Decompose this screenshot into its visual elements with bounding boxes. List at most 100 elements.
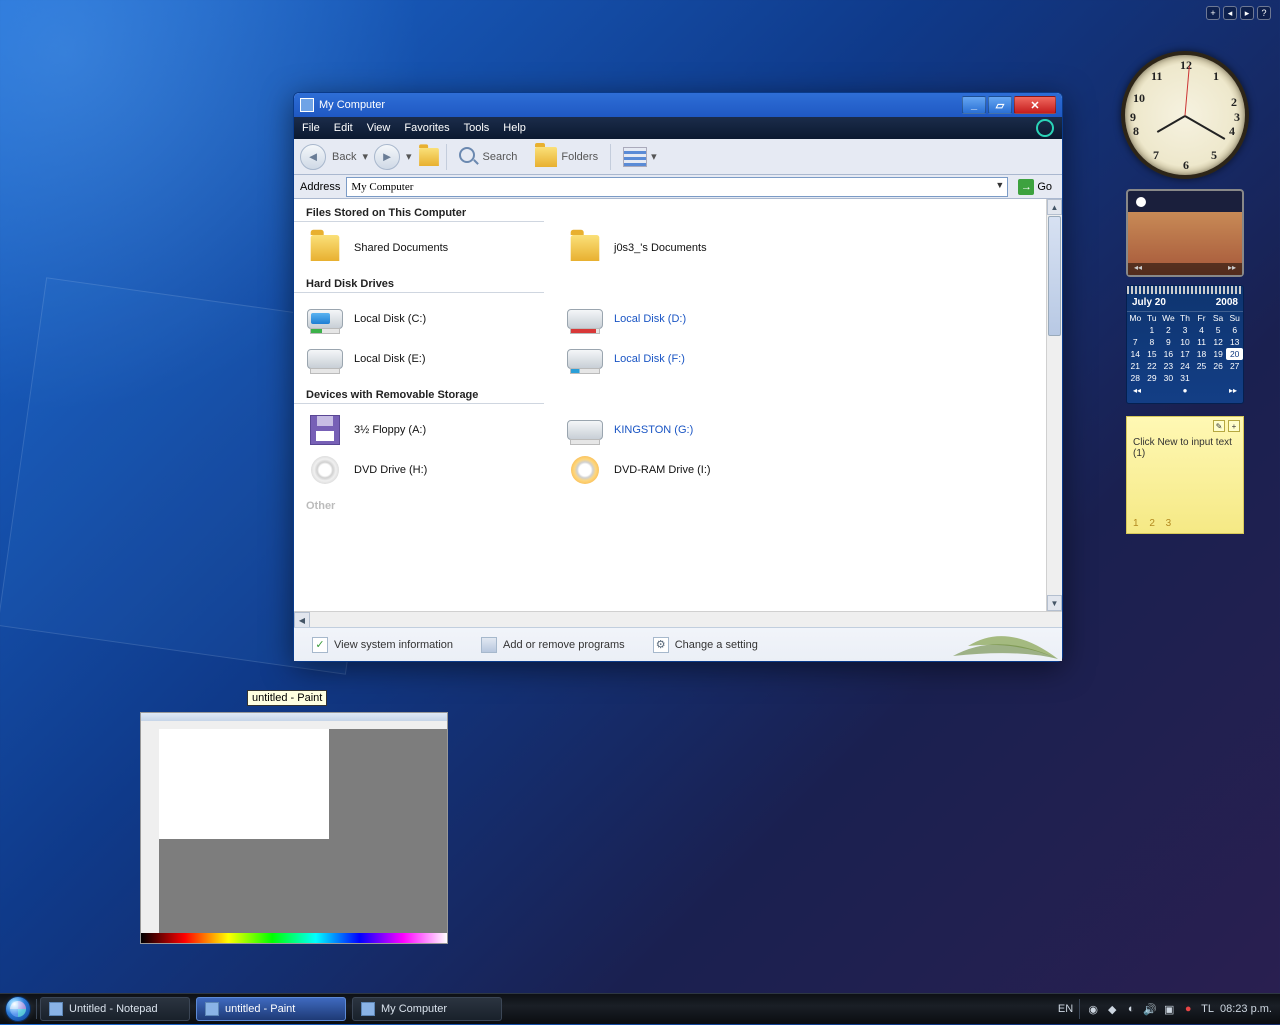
calendar-day[interactable]: 15 xyxy=(1144,348,1161,360)
tray-clock[interactable]: 08:23 p.m. xyxy=(1220,1003,1272,1015)
slideshow-gadget[interactable]: ◂◂ ▸▸ xyxy=(1126,189,1244,277)
tray-updates-icon[interactable]: ◐ xyxy=(1124,1002,1138,1016)
calendar-day[interactable]: 3 xyxy=(1177,324,1194,336)
calendar-day[interactable]: 28 xyxy=(1127,372,1144,384)
drive-item[interactable]: Local Disk (C:) xyxy=(306,299,566,339)
calendar-day[interactable]: 11 xyxy=(1193,336,1210,348)
sticky-note-gadget[interactable]: ✎ + Click New to input text (1) 1 2 3 xyxy=(1126,416,1244,534)
calendar-next-icon[interactable]: ▸▸ xyxy=(1229,386,1237,395)
sidebar-add-icon[interactable]: + xyxy=(1206,6,1220,20)
close-button[interactable]: ✕ xyxy=(1014,96,1056,114)
language-indicator[interactable]: EN xyxy=(1058,1003,1073,1015)
folders-button[interactable]: Folders xyxy=(529,144,604,170)
forward-dropdown-icon[interactable]: ▾ xyxy=(406,150,412,163)
menu-view[interactable]: View xyxy=(367,122,391,134)
minimize-button[interactable]: _ xyxy=(962,96,986,114)
calendar-day[interactable]: 10 xyxy=(1177,336,1194,348)
drive-item[interactable]: Local Disk (E:) xyxy=(306,339,566,379)
calendar-day[interactable]: 22 xyxy=(1144,360,1161,372)
task-add-remove[interactable]: Add or remove programs xyxy=(481,637,625,653)
calendar-day[interactable]: 18 xyxy=(1193,348,1210,360)
calendar-prev-icon[interactable]: ◂◂ xyxy=(1133,386,1141,395)
removable-item[interactable]: DVD-RAM Drive (I:) xyxy=(566,450,826,490)
folder-item[interactable]: j0s3_'s Documents xyxy=(566,228,826,268)
sidebar-help-icon[interactable]: ? xyxy=(1257,6,1271,20)
taskbar-item[interactable]: untitled - Paint xyxy=(196,997,346,1021)
menu-file[interactable]: File xyxy=(302,122,320,134)
calendar-day[interactable]: 2 xyxy=(1160,324,1177,336)
scroll-down-icon[interactable]: ▼ xyxy=(1047,595,1062,611)
sidebar-prev-icon[interactable]: ◂ xyxy=(1223,6,1237,20)
calendar-day[interactable]: 12 xyxy=(1210,336,1227,348)
calendar-day[interactable]: 8 xyxy=(1144,336,1161,348)
calendar-day[interactable]: 26 xyxy=(1210,360,1227,372)
removable-item[interactable]: 3½ Floppy (A:) xyxy=(306,410,566,450)
calendar-day[interactable]: 7 xyxy=(1127,336,1144,348)
address-input[interactable] xyxy=(346,177,1008,197)
vertical-scrollbar[interactable]: ▲ ▼ xyxy=(1046,199,1062,611)
calendar-day[interactable]: 27 xyxy=(1226,360,1243,372)
sticky-edit-icon[interactable]: ✎ xyxy=(1213,420,1225,432)
calendar-day[interactable]: 21 xyxy=(1127,360,1144,372)
up-folder-icon[interactable] xyxy=(419,148,439,166)
menu-edit[interactable]: Edit xyxy=(334,122,353,134)
calendar-day[interactable]: 23 xyxy=(1160,360,1177,372)
sticky-pages[interactable]: 1 2 3 xyxy=(1133,518,1175,529)
back-dropdown-icon[interactable]: ▾ xyxy=(362,150,368,163)
address-dropdown-icon[interactable]: ▼ xyxy=(995,180,1004,190)
calendar-day[interactable]: 9 xyxy=(1160,336,1177,348)
forward-button[interactable]: ► xyxy=(374,144,400,170)
go-button[interactable]: → Go xyxy=(1014,179,1056,195)
scroll-thumb[interactable] xyxy=(1048,216,1061,336)
calendar-day[interactable]: 29 xyxy=(1144,372,1161,384)
calendar-day[interactable]: 31 xyxy=(1177,372,1194,384)
calendar-day[interactable]: 17 xyxy=(1177,348,1194,360)
clock-gadget[interactable]: 12 1 2 3 4 5 6 7 8 9 10 11 xyxy=(1121,51,1249,179)
menu-tools[interactable]: Tools xyxy=(464,122,490,134)
slideshow-prev-icon[interactable]: ◂◂ xyxy=(1134,263,1142,275)
calendar-day[interactable]: 30 xyxy=(1160,372,1177,384)
calendar-today-dot[interactable]: ● xyxy=(1183,386,1188,395)
calendar-day[interactable]: 24 xyxy=(1177,360,1194,372)
calendar-day[interactable]: 25 xyxy=(1193,360,1210,372)
calendar-day[interactable]: 14 xyxy=(1127,348,1144,360)
folder-item[interactable]: Shared Documents xyxy=(306,228,566,268)
task-system-info[interactable]: View system information xyxy=(312,637,453,653)
sidebar-next-icon[interactable]: ▸ xyxy=(1240,6,1254,20)
tray-app-icon[interactable]: ● xyxy=(1181,1002,1195,1016)
taskbar-item[interactable]: Untitled - Notepad xyxy=(40,997,190,1021)
tray-shield-icon[interactable]: ◆ xyxy=(1105,1002,1119,1016)
calendar-day[interactable]: 5 xyxy=(1210,324,1227,336)
menu-favorites[interactable]: Favorites xyxy=(404,122,449,134)
calendar-day[interactable]: 6 xyxy=(1226,324,1243,336)
sticky-new-icon[interactable]: + xyxy=(1228,420,1240,432)
tray-safely-remove-icon[interactable]: ▣ xyxy=(1162,1002,1176,1016)
taskbar-item[interactable]: My Computer xyxy=(352,997,502,1021)
titlebar[interactable]: My Computer _ ▱ ✕ xyxy=(294,93,1062,117)
tray-tl-label[interactable]: TL xyxy=(1201,1003,1214,1015)
calendar-day[interactable]: 20 xyxy=(1226,348,1243,360)
drive-item[interactable]: Local Disk (D:) xyxy=(566,299,826,339)
scroll-left-icon[interactable]: ◀ xyxy=(294,612,310,628)
search-button[interactable]: Search xyxy=(453,144,524,169)
menu-help[interactable]: Help xyxy=(503,122,526,134)
maximize-button[interactable]: ▱ xyxy=(988,96,1012,114)
scroll-up-icon[interactable]: ▲ xyxy=(1047,199,1062,215)
calendar-day[interactable]: 13 xyxy=(1226,336,1243,348)
removable-item[interactable]: DVD Drive (H:) xyxy=(306,450,566,490)
calendar-day[interactable]: 4 xyxy=(1193,324,1210,336)
calendar-day[interactable]: 19 xyxy=(1210,348,1227,360)
start-button[interactable] xyxy=(0,994,36,1025)
slideshow-next-icon[interactable]: ▸▸ xyxy=(1228,263,1236,275)
back-button[interactable]: ◄ xyxy=(300,144,326,170)
task-change-setting[interactable]: Change a setting xyxy=(653,637,758,653)
tray-volume-icon[interactable]: 🔊 xyxy=(1143,1002,1157,1016)
calendar-gadget[interactable]: July 20 2008 MoTuWeThFrSaSu 123456789101… xyxy=(1126,285,1244,404)
drive-item[interactable]: Local Disk (F:) xyxy=(566,339,826,379)
views-button[interactable]: ▾ xyxy=(617,144,663,170)
tray-network-icon[interactable]: ◉ xyxy=(1086,1002,1100,1016)
horizontal-scrollbar[interactable]: ◀ xyxy=(294,611,1062,627)
paint-thumbnail[interactable] xyxy=(140,712,448,944)
calendar-day[interactable]: 16 xyxy=(1160,348,1177,360)
removable-item[interactable]: KINGSTON (G:) xyxy=(566,410,826,450)
